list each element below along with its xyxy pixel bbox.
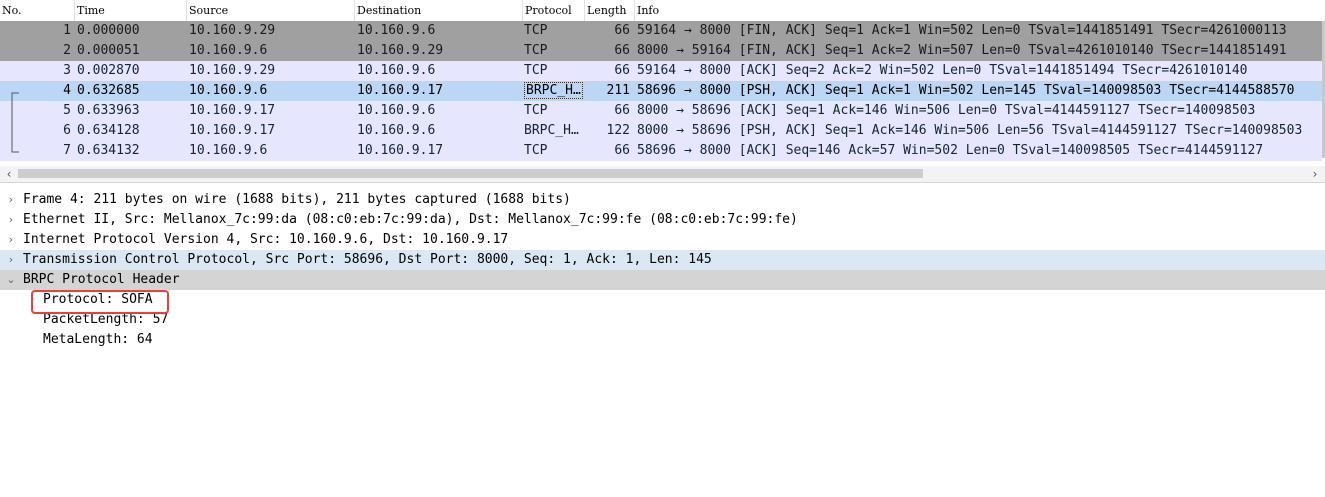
packet-time: 0.002870 <box>77 63 140 78</box>
chevron-right-icon[interactable]: › <box>4 210 18 230</box>
tree-item-brpc-protocol[interactable]: Protocol: SOFA <box>0 290 1325 310</box>
column-header-info[interactable]: Info <box>635 0 1325 21</box>
tree-item-brpc-meta-length[interactable]: MetaLength: 64 <box>0 330 1325 350</box>
packet-protocol: BRPC_H… <box>524 123 579 138</box>
packet-length: 66 <box>614 43 630 58</box>
packet-time: 0.000051 <box>77 43 140 58</box>
packet-time: 0.000000 <box>77 23 140 38</box>
chevron-right-icon[interactable]: › <box>4 190 18 210</box>
packet-info: 59164 → 8000 [ACK] Seq=2 Ack=2 Win=502 L… <box>637 63 1248 78</box>
packet-details-tree[interactable]: › Frame 4: 211 bytes on wire (1688 bits)… <box>0 190 1325 350</box>
packet-destination: 10.160.9.17 <box>357 83 444 98</box>
related-packets-indicator <box>11 92 19 153</box>
packet-row[interactable]: 3 0.002870 10.160.9.29 10.160.9.6 TCP 66 59164… <box>0 61 1322 81</box>
packet-length: 211 <box>606 83 630 98</box>
chevron-right-icon[interactable]: › <box>4 250 18 270</box>
packet-source: 10.160.9.29 <box>189 63 276 78</box>
tree-item-label: Ethernet II, Src: Mellanox_7c:99:da (08:… <box>23 212 798 227</box>
packet-protocol: TCP <box>524 63 548 78</box>
packet-row[interactable]: 2 0.000051 10.160.9.6 10.160.9.29 TCP 66 8000 … <box>0 41 1322 61</box>
packet-row[interactable]: 6 0.634128 10.160.9.17 10.160.9.6 BRPC_H… 122… <box>0 121 1322 141</box>
column-header-length[interactable]: Length <box>585 0 635 21</box>
packet-row[interactable]: 4 0.632685 10.160.9.6 10.160.9.17 BRPC_H… 211… <box>0 81 1322 101</box>
packet-time: 0.633963 <box>77 103 140 118</box>
packet-protocol: TCP <box>524 143 548 158</box>
packet-source: 10.160.9.29 <box>189 23 276 38</box>
packet-list-header: No. Time Source Destination Protocol Len… <box>0 0 1325 22</box>
tree-item-label: Internet Protocol Version 4, Src: 10.160… <box>23 232 509 247</box>
packet-time: 0.632685 <box>77 83 140 98</box>
packet-source: 10.160.9.6 <box>189 83 268 98</box>
packet-destination: 10.160.9.6 <box>357 103 436 118</box>
packet-source: 10.160.9.17 <box>189 103 276 118</box>
packet-row[interactable]: 7 0.634132 10.160.9.6 10.160.9.17 TCP 66 58696… <box>0 141 1322 161</box>
packet-info: 58696 → 8000 [PSH, ACK] Seq=1 Ack=1 Win=… <box>637 83 1295 98</box>
tree-item-brpc-packet-length[interactable]: PacketLength: 57 <box>0 310 1325 330</box>
packet-destination: 10.160.9.29 <box>357 43 444 58</box>
packet-protocol-focused: BRPC_H… <box>524 82 583 99</box>
packet-protocol: TCP <box>524 23 548 38</box>
tree-item-brpc-header[interactable]: ⌄ BRPC Protocol Header <box>0 270 1325 290</box>
tree-item-label: BRPC Protocol Header <box>23 272 180 287</box>
packet-length: 66 <box>614 143 630 158</box>
packet-protocol: BRPC_H… <box>524 81 584 101</box>
packet-length: 66 <box>614 103 630 118</box>
annotation-highlight-box <box>31 290 169 314</box>
packet-length: 66 <box>614 63 630 78</box>
brpc-field-meta-length: MetaLength: 64 <box>43 332 153 347</box>
packet-protocol: TCP <box>524 103 548 118</box>
chevron-right-icon[interactable]: › <box>4 230 18 250</box>
chevron-left-icon[interactable]: ‹ <box>1 166 17 182</box>
packet-protocol: TCP <box>524 43 548 58</box>
packet-info: 8000 → 59164 [FIN, ACK] Seq=1 Ack=2 Win=… <box>637 43 1287 58</box>
packet-destination: 10.160.9.17 <box>357 143 444 158</box>
packet-source: 10.160.9.6 <box>189 43 268 58</box>
packet-destination: 10.160.9.6 <box>357 63 436 78</box>
scrollbar-thumb[interactable] <box>18 169 923 178</box>
packet-list[interactable]: No. Time Source Destination Protocol Len… <box>0 0 1325 167</box>
column-header-protocol[interactable]: Protocol <box>523 0 585 21</box>
packet-time: 0.634128 <box>77 123 140 138</box>
packet-time: 0.634132 <box>77 143 140 158</box>
column-header-destination[interactable]: Destination <box>355 0 523 21</box>
column-header-time[interactable]: Time <box>75 0 187 21</box>
chevron-right-icon[interactable]: › <box>1307 166 1323 182</box>
tree-item-label: Frame 4: 211 bytes on wire (1688 bits), … <box>23 192 571 207</box>
tree-item-ethernet[interactable]: › Ethernet II, Src: Mellanox_7c:99:da (0… <box>0 210 1325 230</box>
packet-info: 8000 → 58696 [PSH, ACK] Seq=1 Ack=146 Wi… <box>637 123 1303 138</box>
packet-destination: 10.160.9.6 <box>357 123 436 138</box>
tree-item-ip[interactable]: › Internet Protocol Version 4, Src: 10.1… <box>0 230 1325 250</box>
packet-info: 58696 → 8000 [ACK] Seq=146 Ack=57 Win=50… <box>637 143 1264 158</box>
packet-length: 66 <box>614 23 630 38</box>
packet-source: 10.160.9.6 <box>189 143 268 158</box>
tree-item-tcp[interactable]: › Transmission Control Protocol, Src Por… <box>0 250 1325 270</box>
horizontal-scrollbar[interactable]: ‹ › <box>0 166 1325 183</box>
packet-destination: 10.160.9.6 <box>357 23 436 38</box>
tree-item-label: Transmission Control Protocol, Src Port:… <box>23 252 712 267</box>
column-header-source[interactable]: Source <box>187 0 355 21</box>
packet-length: 122 <box>606 123 630 138</box>
packet-row[interactable]: 5 0.633963 10.160.9.17 10.160.9.6 TCP 66 8000 … <box>0 101 1322 121</box>
packet-row[interactable]: 1 0.000000 10.160.9.29 10.160.9.6 TCP 66 59164… <box>0 21 1322 41</box>
packet-source: 10.160.9.17 <box>189 123 276 138</box>
packet-info: 8000 → 58696 [ACK] Seq=1 Ack=146 Win=506… <box>637 103 1256 118</box>
chevron-down-icon[interactable]: ⌄ <box>4 270 18 290</box>
tree-item-frame[interactable]: › Frame 4: 211 bytes on wire (1688 bits)… <box>0 190 1325 210</box>
packet-info: 59164 → 8000 [FIN, ACK] Seq=1 Ack=1 Win=… <box>637 23 1287 38</box>
